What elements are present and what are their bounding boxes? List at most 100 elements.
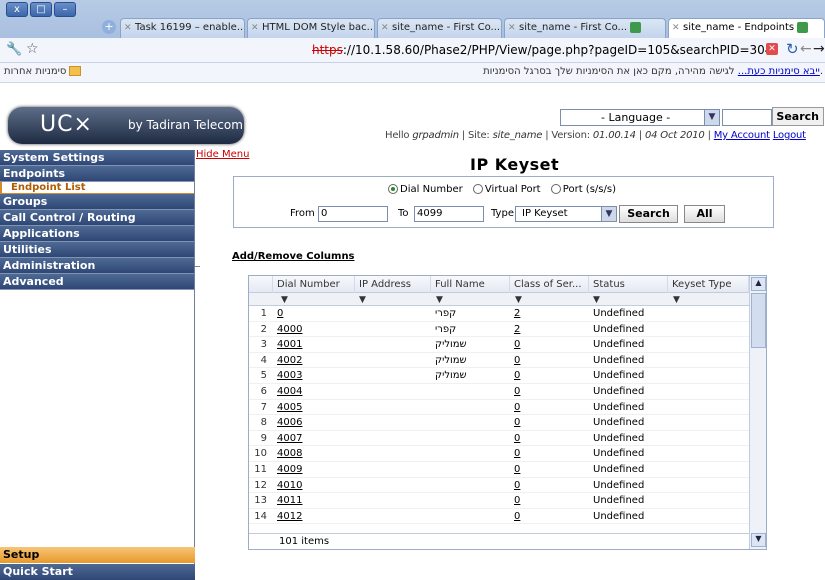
class-of-service-cell-link[interactable]: 0 xyxy=(514,417,520,428)
header-search-input[interactable] xyxy=(722,109,772,126)
dial-number-cell-link[interactable]: 4010 xyxy=(277,480,302,491)
radio-dial-number[interactable] xyxy=(388,184,398,194)
class-of-service-cell-link[interactable]: 0 xyxy=(514,464,520,475)
sidebar-item-quick-start[interactable]: Quick Start xyxy=(0,564,195,580)
sidebar-item-administration[interactable]: Administration xyxy=(0,258,194,274)
filter-icon[interactable]: ▼ xyxy=(515,295,522,305)
dial-number-cell-link[interactable]: 4001 xyxy=(277,339,302,350)
dial-number-cell-link[interactable]: 4008 xyxy=(277,448,302,459)
search-button[interactable]: Search xyxy=(619,205,678,223)
filter-icon[interactable]: ▼ xyxy=(281,295,288,305)
dial-number-cell-link[interactable]: 4007 xyxy=(277,433,302,444)
class-of-service-cell-link[interactable]: 0 xyxy=(514,433,520,444)
dial-number-cell-link[interactable]: 4000 xyxy=(277,324,302,335)
table-row[interactable]: 4 4002 שמוליק 0 Undefined xyxy=(249,353,749,369)
browser-tab[interactable]: ✕ HTML DOM Style bac... xyxy=(247,18,375,38)
header-search-button[interactable]: Search xyxy=(772,107,824,126)
dial-number-cell-link[interactable]: 4012 xyxy=(277,511,302,522)
maximize-window-button[interactable]: □ xyxy=(30,2,52,17)
table-row[interactable]: 2 4000 קפרי 2 Undefined xyxy=(249,322,749,338)
scroll-down-icon[interactable]: ▼ xyxy=(751,533,766,547)
class-of-service-cell-link[interactable]: 0 xyxy=(514,511,520,522)
column-header-dial-number[interactable]: Dial Number xyxy=(273,276,355,293)
reload-icon[interactable]: ↻ xyxy=(786,40,799,58)
table-row[interactable]: 6 4004 0 Undefined xyxy=(249,384,749,400)
table-row[interactable]: 3 4001 שמוליק 0 Undefined xyxy=(249,337,749,353)
dial-number-cell-link[interactable]: 0 xyxy=(277,308,283,319)
class-of-service-cell-link[interactable]: 0 xyxy=(514,355,520,366)
column-header-ip-address[interactable]: IP Address xyxy=(355,276,431,293)
close-window-button[interactable]: x xyxy=(6,2,28,17)
class-of-service-cell-link[interactable]: 0 xyxy=(514,339,520,350)
dial-number-cell-link[interactable]: 4004 xyxy=(277,386,302,397)
browser-tab-active[interactable]: ✕ site_name - Endpoints xyxy=(668,18,825,38)
sidebar-item-advanced[interactable]: Advanced xyxy=(0,274,194,290)
dial-number-cell-link[interactable]: 4003 xyxy=(277,370,302,381)
stop-icon[interactable]: ✕ xyxy=(766,43,778,55)
class-of-service-cell-link[interactable]: 2 xyxy=(514,308,520,319)
sidebar-item-groups[interactable]: Groups xyxy=(0,194,194,210)
sidebar-item-utilities[interactable]: Utilities xyxy=(0,242,194,258)
class-of-service-cell-link[interactable]: 2 xyxy=(514,324,520,335)
radio-virtual-port[interactable] xyxy=(472,184,483,194)
dial-number-cell-link[interactable]: 4011 xyxy=(277,495,302,506)
back-icon[interactable]: ← xyxy=(800,41,812,57)
tab-close-icon[interactable]: ✕ xyxy=(508,19,516,37)
filter-icon[interactable]: ▼ xyxy=(359,295,366,305)
import-bookmarks-link[interactable]: ייבא סימניות כעת... xyxy=(738,66,820,77)
table-row[interactable]: 8 4006 0 Undefined xyxy=(249,415,749,431)
table-row[interactable]: 12 4010 0 Undefined xyxy=(249,478,749,494)
class-of-service-cell-link[interactable]: 0 xyxy=(514,480,520,491)
filter-icon[interactable]: ▼ xyxy=(436,295,443,305)
tab-close-icon[interactable]: ✕ xyxy=(672,19,680,37)
class-of-service-cell-link[interactable]: 0 xyxy=(514,386,520,397)
sidebar-item-call-control[interactable]: Call Control / Routing xyxy=(0,210,194,226)
class-of-service-cell-link[interactable]: 0 xyxy=(514,448,520,459)
column-header-keyset-type[interactable]: Keyset Type xyxy=(668,276,749,293)
table-row[interactable]: 7 4005 0 Undefined xyxy=(249,400,749,416)
sidebar-item-endpoints[interactable]: Endpoints xyxy=(0,166,194,182)
tab-close-icon[interactable]: ✕ xyxy=(381,19,389,37)
class-of-service-cell-link[interactable]: 0 xyxy=(514,402,520,413)
dial-number-cell-link[interactable]: 4002 xyxy=(277,355,302,366)
dial-number-cell-link[interactable]: 4009 xyxy=(277,464,302,475)
table-row[interactable]: 13 4011 0 Undefined xyxy=(249,493,749,509)
table-row[interactable]: 9 4007 0 Undefined xyxy=(249,431,749,447)
tab-close-icon[interactable]: ✕ xyxy=(124,19,132,37)
tab-close-icon[interactable]: ✕ xyxy=(251,19,259,37)
forward-icon[interactable]: → xyxy=(813,41,825,57)
column-header-full-name[interactable]: Full Name xyxy=(431,276,510,293)
browser-tab[interactable]: ✕ site_name - First Co... xyxy=(504,18,666,38)
my-account-link[interactable]: My Account xyxy=(714,130,770,141)
language-select[interactable]: - Language - ▼ xyxy=(560,109,720,126)
hide-menu-link[interactable]: Hide Menu xyxy=(196,149,249,160)
column-header-class-of-service[interactable]: Class of Ser... xyxy=(510,276,589,293)
from-input[interactable]: 0 xyxy=(318,206,388,222)
class-of-service-cell-link[interactable]: 0 xyxy=(514,495,520,506)
sidebar-item-setup[interactable]: Setup xyxy=(0,547,195,563)
radio-port[interactable] xyxy=(550,184,561,194)
browser-tab[interactable]: ✕ site_name - First Co... xyxy=(377,18,502,38)
grid-scrollbar[interactable]: ▲ ▼ xyxy=(749,276,766,549)
wrench-icon[interactable]: 🔧 xyxy=(6,42,22,57)
logout-link[interactable]: Logout xyxy=(773,130,806,141)
to-input[interactable]: 4099 xyxy=(414,206,484,222)
column-header-status[interactable]: Status xyxy=(589,276,668,293)
table-row[interactable]: 14 4012 0 Undefined xyxy=(249,509,749,525)
all-button[interactable]: All xyxy=(684,205,725,223)
scroll-up-icon[interactable]: ▲ xyxy=(751,277,766,291)
sidebar-item-system-settings[interactable]: System Settings xyxy=(0,150,194,166)
dial-number-cell-link[interactable]: 4006 xyxy=(277,417,302,428)
filter-icon[interactable]: ▼ xyxy=(593,295,600,305)
minimize-window-button[interactable]: – xyxy=(54,2,76,17)
filter-icon[interactable]: ▼ xyxy=(673,295,680,305)
table-row[interactable]: 11 4009 0 Undefined xyxy=(249,462,749,478)
other-bookmarks[interactable]: סימניות אחרות xyxy=(4,66,82,77)
add-remove-columns-link[interactable]: Add/Remove Columns xyxy=(232,251,355,262)
type-select[interactable]: IP Keyset ▼ xyxy=(515,206,617,222)
sidebar-item-applications[interactable]: Applications xyxy=(0,226,194,242)
dial-number-cell-link[interactable]: 4005 xyxy=(277,402,302,413)
table-row[interactable]: 1 0 קפרי 2 Undefined xyxy=(249,306,749,322)
table-row[interactable]: 10 4008 0 Undefined xyxy=(249,446,749,462)
address-bar[interactable]: https://10.1.58.60/Phase2/PHP/View/page.… xyxy=(312,43,772,57)
